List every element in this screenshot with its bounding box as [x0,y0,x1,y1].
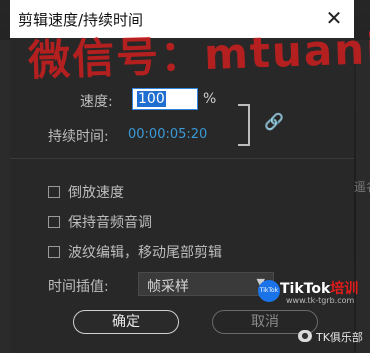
duration-timecode[interactable]: 00:00:05:20 [128,127,207,142]
speed-input[interactable]: 100 [132,88,198,110]
checkbox-icon[interactable] [48,216,60,228]
background-side-text: 遥名 [354,180,370,194]
duration-label: 持续时间: [48,129,109,145]
link-icon[interactable]: 🔗 [264,112,284,131]
checkbox-label: 倒放速度 [68,185,124,201]
percent-unit: % [203,91,217,107]
checkbox-label: 保持音频音调 [68,215,152,231]
checkbox-reverse-speed[interactable]: 倒放速度 [48,182,124,202]
speed-value: 100 [137,91,166,107]
account-name: TK俱乐部 [316,331,363,344]
tiktok-logo: TikTok [258,280,280,302]
badge-title-main: TikTok [280,281,331,297]
background-right-panel [356,40,370,353]
checkbox-label: 波纹编辑，移动尾部剪辑 [68,245,222,261]
wechat-icon: ● [298,330,312,342]
checkbox-maintain-audio-pitch[interactable]: 保持音频音调 [48,212,152,232]
checkbox-icon[interactable] [48,186,60,198]
badge-title: TikTok培训 [280,278,358,298]
checkbox-icon[interactable] [48,246,60,258]
badge-title-red: 培训 [330,281,359,297]
time-interpolation-label: 时间插值: [48,279,109,295]
time-interpolation-select[interactable]: 帧采样 ▼ [138,272,274,296]
badge-url: www.tk-tgrb.com [286,296,355,305]
speed-label: 速度: [80,94,113,110]
link-bracket [238,104,250,146]
select-value: 帧采样 [147,279,189,295]
checkbox-ripple-edit[interactable]: 波纹编辑，移动尾部剪辑 [48,242,222,262]
divider [10,158,354,159]
ok-button[interactable]: 确定 [73,310,179,334]
